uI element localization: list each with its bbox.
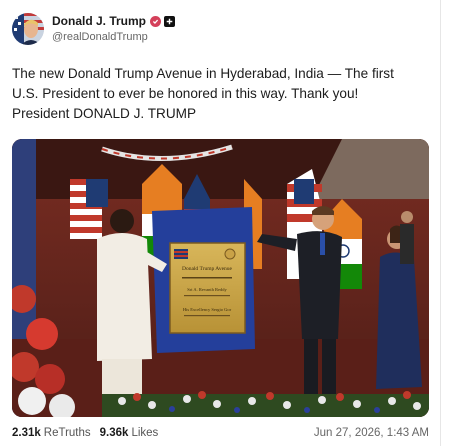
post-footer: 2.31k ReTruths 9.36k Likes Jun 27, 2026,… <box>12 425 429 441</box>
post-text: The new Donald Trump Avenue in Hyderabad… <box>12 64 432 124</box>
event-photo: Donald Trump Avenue Sri A. Revanth Reddy… <box>12 139 429 417</box>
author-handle[interactable]: @realDonaldTrump <box>52 29 175 45</box>
avatar[interactable] <box>12 13 44 45</box>
verified-badge-icon <box>150 15 162 27</box>
post-text-line: President DONALD J. TRUMP <box>12 106 197 121</box>
post-card: Donald J. Trump @realDonaldTrump The new… <box>0 0 441 446</box>
name-row: Donald J. Trump <box>52 13 176 29</box>
author-names: Donald J. Trump @realDonaldTrump <box>52 13 176 45</box>
plus-icon[interactable] <box>164 15 176 27</box>
post-image[interactable]: Donald Trump Avenue Sri A. Revanth Reddy… <box>12 139 429 417</box>
post-text-line: The new Donald Trump Avenue in Hyderabad… <box>12 66 394 81</box>
retruths-label[interactable]: ReTruths <box>44 427 91 439</box>
plaque-title: Donald Trump Avenue <box>182 266 233 272</box>
author-display-name[interactable]: Donald J. Trump <box>52 13 146 29</box>
post-header: Donald J. Trump @realDonaldTrump <box>12 12 176 46</box>
avatar-image <box>12 13 44 45</box>
plaque-line: His Excellency Sergio Gor <box>183 307 232 312</box>
likes-count[interactable]: 9.36k <box>100 427 129 439</box>
post-timestamp[interactable]: Jun 27, 2026, 1:43 AM <box>314 427 429 439</box>
retruths-count[interactable]: 2.31k <box>12 427 41 439</box>
likes-label[interactable]: Likes <box>131 427 158 439</box>
post-text-line: U.S. President to ever be honored in thi… <box>12 86 359 101</box>
plaque-line: Sri A. Revanth Reddy <box>187 287 227 292</box>
